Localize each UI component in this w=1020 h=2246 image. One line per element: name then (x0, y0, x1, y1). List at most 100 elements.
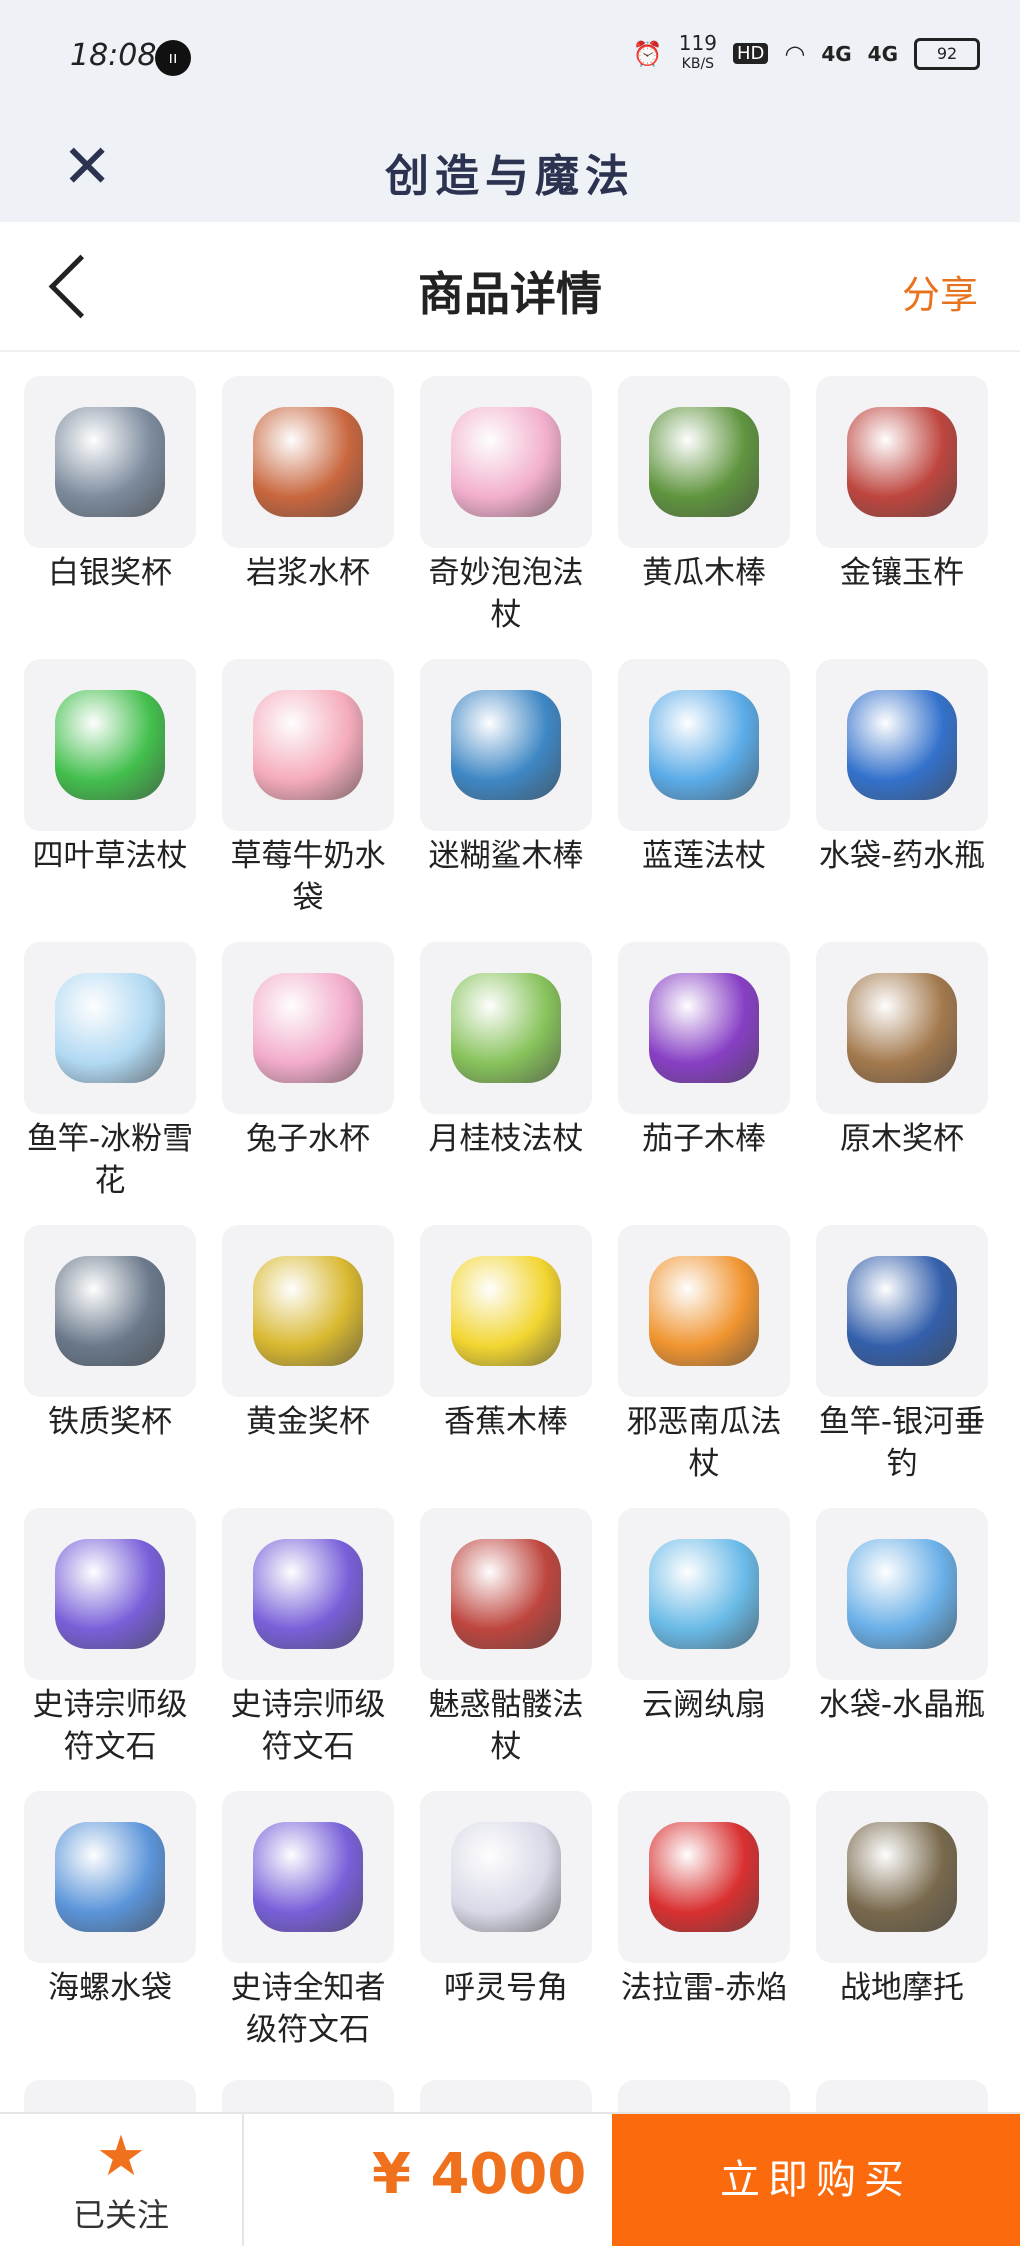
item-image (816, 942, 988, 1114)
item-image (24, 1791, 196, 1963)
item-image (420, 1791, 592, 1963)
item-name: 水袋-水晶瓶 (818, 1687, 986, 1723)
grid-item[interactable]: 茄子木棒 (618, 942, 790, 1225)
item-icon (649, 1256, 759, 1366)
grid-item[interactable]: 史诗全知者级符文石 (222, 1791, 394, 2074)
grid-item[interactable]: 云阙纨扇 (618, 1508, 790, 1791)
item-image (816, 1508, 988, 1680)
alarm-icon: ⏰ (632, 39, 663, 68)
share-button[interactable]: 分享 (902, 264, 978, 319)
net-speed: 119 KB/S (678, 31, 717, 72)
item-icon (847, 690, 957, 800)
item-name: 史诗宗师级符文石 (230, 1687, 386, 1765)
item-image (222, 1508, 394, 1680)
grid-item[interactable]: 岩浆水杯 (222, 376, 394, 659)
item-name: 茄子木棒 (642, 1121, 766, 1157)
item-name: 奇妙泡泡法杖 (428, 555, 584, 633)
item-name: 月桂枝法杖 (428, 1121, 584, 1157)
item-name: 白银奖杯 (48, 555, 172, 591)
grid-item[interactable]: 原木奖杯 (816, 942, 988, 1225)
grid-item[interactable]: 奇妙泡泡法杖 (420, 376, 592, 659)
item-name: 鱼竿-冰粉雪花 (26, 1121, 194, 1199)
item-image (816, 1791, 988, 1963)
item-icon (253, 1822, 363, 1932)
item-name: 四叶草法杖 (32, 838, 188, 874)
wifi-icon: ◠ (784, 39, 806, 68)
item-name: 蓝莲法杖 (642, 838, 766, 874)
star-icon: ★ (95, 2124, 147, 2189)
grid-item[interactable]: 蓝莲法杖 (618, 659, 790, 942)
grid-item[interactable]: 邪恶南瓜法杖 (618, 1225, 790, 1508)
grid-item[interactable]: 兔子水杯 (222, 942, 394, 1225)
item-icon (253, 690, 363, 800)
item-image (222, 376, 394, 548)
follow-button[interactable]: ★ 已关注 (0, 2114, 244, 2246)
app-bar: ✕ 创造与魔法 (0, 118, 1020, 222)
grid-item[interactable]: 鱼竿-银河垂钓 (816, 1225, 988, 1508)
grid-item[interactable]: 魅惑骷髅法杖 (420, 1508, 592, 1791)
grid-item[interactable]: 铁质奖杯 (24, 1225, 196, 1508)
item-icon (451, 1256, 561, 1366)
price: ¥ 4000 (372, 2142, 587, 2207)
follow-label: 已关注 (72, 2196, 169, 2234)
grid-item[interactable]: 黄瓜木棒 (618, 376, 790, 659)
grid-item[interactable]: 海螺水袋 (24, 1791, 196, 2074)
buy-now-button[interactable]: 立即购买 (612, 2114, 1020, 2246)
item-icon (55, 1539, 165, 1649)
item-image (24, 376, 196, 548)
item-icon (451, 407, 561, 517)
item-icon (451, 690, 561, 800)
item-image (222, 1791, 394, 1963)
grid-item[interactable]: 月桂枝法杖 (420, 942, 592, 1225)
item-name: 香蕉木棒 (444, 1404, 568, 1440)
item-name: 草莓牛奶水袋 (230, 838, 386, 916)
grid-item[interactable]: 黄金奖杯 (222, 1225, 394, 1508)
grid-item[interactable]: 草莓牛奶水袋 (222, 659, 394, 942)
grid-item[interactable]: 迷糊鲨木棒 (420, 659, 592, 942)
item-image (24, 1508, 196, 1680)
status-bar: 18:08 ıı ⏰ 119 KB/S HD ◠ 4G 4G 92 (0, 0, 1020, 118)
notification-icon: ıı (155, 40, 191, 76)
item-icon (847, 1256, 957, 1366)
item-name: 史诗全知者级符文石 (230, 1970, 386, 2048)
item-image (618, 659, 790, 831)
grid-item[interactable]: 香蕉木棒 (420, 1225, 592, 1508)
item-image (618, 1225, 790, 1397)
item-icon (847, 407, 957, 517)
item-image (618, 376, 790, 548)
grid-item[interactable]: 战地摩托 (816, 1791, 988, 2074)
item-image (420, 659, 592, 831)
grid-item[interactable]: 水袋-药水瓶 (816, 659, 988, 942)
item-name: 战地摩托 (840, 1970, 964, 2006)
grid-item[interactable]: 史诗宗师级符文石 (222, 1508, 394, 1791)
grid-item[interactable]: 法拉雷-赤焰 (618, 1791, 790, 2074)
grid-item[interactable]: 鱼竿-冰粉雪花 (24, 942, 196, 1225)
battery-icon: 92 (914, 37, 980, 70)
item-image (24, 1225, 196, 1397)
item-image (816, 376, 988, 548)
item-icon (55, 973, 165, 1083)
item-image (222, 1225, 394, 1397)
item-icon (253, 1539, 363, 1649)
item-name: 史诗宗师级符文石 (32, 1687, 188, 1765)
item-image (618, 1508, 790, 1680)
item-name: 铁质奖杯 (48, 1404, 172, 1440)
grid-item[interactable]: 白银奖杯 (24, 376, 196, 659)
grid-item[interactable]: 史诗宗师级符文石 (24, 1508, 196, 1791)
item-icon (847, 1822, 957, 1932)
grid-item[interactable]: 四叶草法杖 (24, 659, 196, 942)
item-icon (847, 973, 957, 1083)
item-icon (253, 407, 363, 517)
item-name: 水袋-药水瓶 (818, 838, 986, 874)
item-icon (649, 1539, 759, 1649)
item-name: 迷糊鲨木棒 (428, 838, 584, 874)
item-grid: 白银奖杯 岩浆水杯 奇妙泡泡法杖 黄瓜木棒 金镶玉杵四叶草法杖 草莓牛奶水袋 迷糊鲨木棒 蓝莲… (24, 376, 1004, 2074)
item-image (420, 942, 592, 1114)
item-name: 鱼竿-银河垂钓 (818, 1404, 986, 1482)
grid-item[interactable]: 呼灵号角 (420, 1791, 592, 2074)
status-time: 18:08 (70, 38, 157, 73)
grid-item[interactable]: 金镶玉杵 (816, 376, 988, 659)
app-title: 创造与魔法 (385, 151, 635, 202)
item-name: 黄金奖杯 (246, 1404, 370, 1440)
grid-item[interactable]: 水袋-水晶瓶 (816, 1508, 988, 1791)
